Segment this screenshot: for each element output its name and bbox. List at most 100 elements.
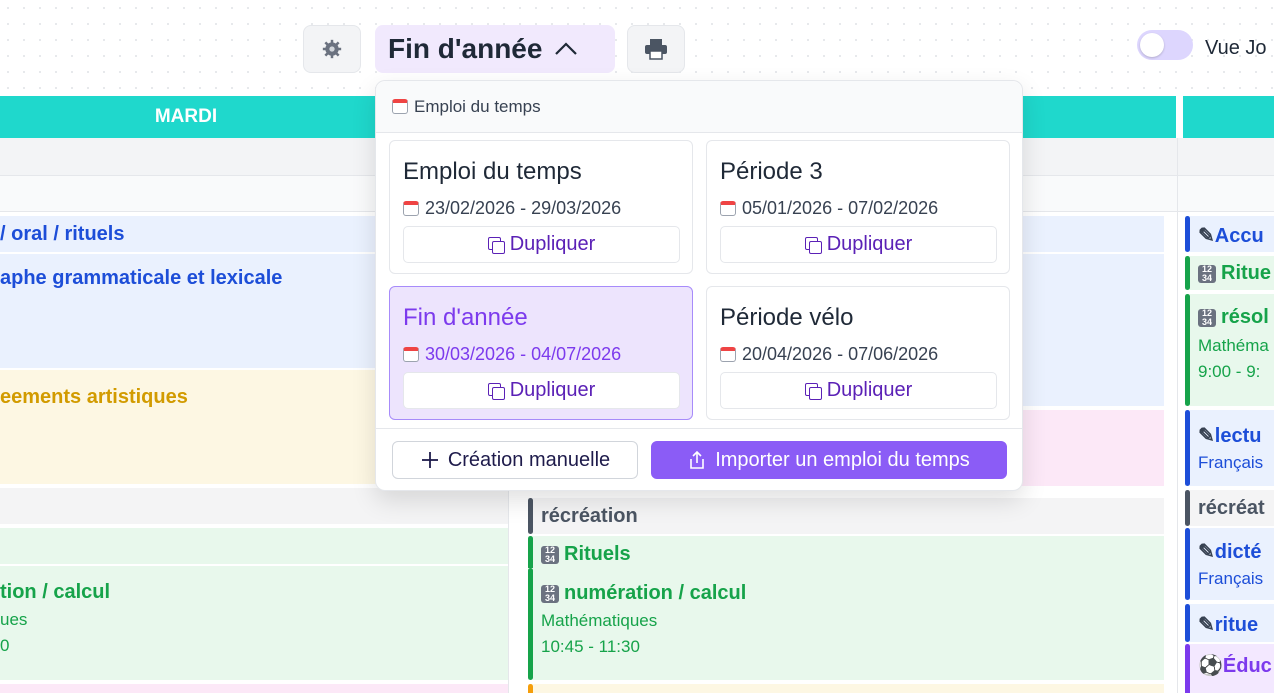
period-card-dates: 05/01/2026 - 07/02/2026 [720,198,938,219]
event-color-bar [528,498,533,534]
calendar-icon [720,201,736,216]
event-title: Ritue [1221,262,1271,284]
event-title: aphe grammaticale et lexicale [0,267,283,289]
event-color-bar [1185,216,1190,252]
event-partial[interactable] [0,684,508,693]
period-card-name: Période vélo [720,304,854,331]
manual-create-button[interactable]: Création manuelle [392,441,638,479]
event-rituels[interactable]: 12 34 Rituels [528,536,1164,572]
event-subject: Français [1198,453,1264,472]
period-card-fin-d-annee[interactable]: Fin d'année 30/03/2026 - 04/07/2026 Dupl… [389,286,693,420]
period-card-name: Emploi du temps [403,158,582,185]
manual-create-label: Création manuelle [447,448,611,471]
day-header-label: MARDI [154,106,218,127]
event-title: numération / calcul [564,582,747,604]
import-schedule-label: Importer un emploi du temps [715,448,970,471]
event-recreation[interactable]: récréation [528,498,1164,534]
event-title: Éduc [1222,655,1272,677]
duplicate-button-label: Dupliquer [509,379,596,401]
dropdown-header: Emploi du temps [376,81,1022,133]
event-title: récréat [1198,497,1265,519]
period-card-date-range: 23/02/2026 - 29/03/2026 [425,198,622,218]
event-color-bar [1185,604,1190,642]
view-toggle-label: Vue Jo [1205,37,1267,59]
period-card-name: Période 3 [720,158,823,185]
numbers-icon: 12 34 [1198,309,1216,327]
duplicate-button[interactable]: Dupliquer [720,226,997,263]
period-card-periode-3[interactable]: Période 3 05/01/2026 - 07/02/2026 Dupliq… [706,140,1010,274]
event-color-bar [1185,256,1190,290]
event-time: 0 [0,636,10,655]
event-title: ritue [1214,614,1259,636]
event-time: 10:45 - 11:30 [541,637,640,656]
dropdown-header-label: Emploi du temps [414,96,541,116]
toggle-knob [1140,33,1164,57]
copy-icon [804,236,822,254]
dropdown-footer: Création manuelle Importer un emploi du … [376,428,1022,492]
event-title: / oral / rituels [0,223,125,245]
column-divider [1177,138,1178,693]
duplicate-button-label: Dupliquer [826,379,913,401]
event-lecture[interactable]: ✎lectu Français [1185,410,1274,486]
event-color-bar [528,568,533,680]
day-header-thursday [1183,96,1274,138]
duplicate-button-label: Dupliquer [509,233,596,255]
event-title: Accu [1214,225,1264,247]
duplicate-button[interactable]: Dupliquer [720,372,997,409]
event-color-bar [528,536,533,572]
event-title: résol [1221,306,1269,328]
period-selector-label: Fin d'année [388,33,543,64]
settings-button[interactable] [303,25,361,73]
pencil-icon: ✎ [1198,425,1215,447]
duplicate-button[interactable]: Dupliquer [403,372,680,409]
numbers-icon: 12 34 [541,546,559,564]
event-color-bar [1185,410,1190,486]
gear-icon [322,39,342,59]
duplicate-button-label: Dupliquer [826,233,913,255]
import-schedule-button[interactable]: Importer un emploi du temps [651,441,1007,479]
event-time: 9:00 - 9: [1198,362,1261,381]
period-card-date-range: 30/03/2026 - 04/07/2026 [425,344,622,364]
period-dropdown: Emploi du temps Emploi du temps 23/02/20… [375,80,1023,491]
event-rituels[interactable] [0,528,508,564]
event-subject: ues [0,610,28,629]
event-resolution[interactable]: 12 34 résol Mathéma 9:00 - 9: [1185,294,1274,406]
pencil-icon: ✎ [1198,614,1215,636]
duplicate-button[interactable]: Dupliquer [403,226,680,263]
event-subject: Mathéma [1198,336,1269,355]
period-card-emploi-du-temps[interactable]: Emploi du temps 23/02/2026 - 29/03/2026 … [389,140,693,274]
event-color-bar [1185,528,1190,600]
event-partial[interactable] [528,684,1164,693]
numbers-icon: 12 34 [1198,265,1216,283]
print-button[interactable] [627,25,685,73]
period-selector[interactable]: Fin d'année [375,25,615,73]
event-numeration-calcul[interactable]: tion / calcul ues 0 [0,566,508,680]
calendar-icon [392,99,408,114]
period-card-periode-velo[interactable]: Période vélo 20/04/2026 - 07/06/2026 Dup… [706,286,1010,420]
event-rituels[interactable]: 12 34 Ritue [1185,256,1274,290]
period-card-date-range: 05/01/2026 - 07/02/2026 [742,198,939,218]
period-card-date-range: 20/04/2026 - 07/06/2026 [742,344,939,364]
copy-icon [487,382,505,400]
event-color-bar [1185,644,1190,693]
event-title: tion / calcul [0,581,111,603]
event-education-physique[interactable]: ⚽Éduc [1185,644,1274,693]
calendar-icon [403,201,419,216]
event-color-bar [1185,490,1190,526]
event-accueil[interactable]: ✎Accu [1185,216,1274,252]
period-card-dates: 20/04/2026 - 07/06/2026 [720,344,938,365]
event-subject: Mathématiques [541,611,658,630]
event-color-bar [1185,294,1190,406]
event-subject: Français [1198,569,1264,588]
event-numeration-calcul[interactable]: 12 34 numération / calcul Mathématiques 10… [528,568,1164,680]
printer-icon [645,39,667,60]
event-recreation[interactable]: récréat [1185,490,1274,526]
event-dictee[interactable]: ✎dicté Français [1185,528,1274,600]
event-color-bar [528,684,533,693]
plus-icon [421,452,438,468]
view-toggle[interactable] [1137,30,1193,60]
event-break[interactable] [0,488,508,524]
day-header-tuesday: MARDI [0,96,372,138]
upload-icon [690,450,705,469]
event-rituels-fr[interactable]: ✎ritue [1185,604,1274,642]
